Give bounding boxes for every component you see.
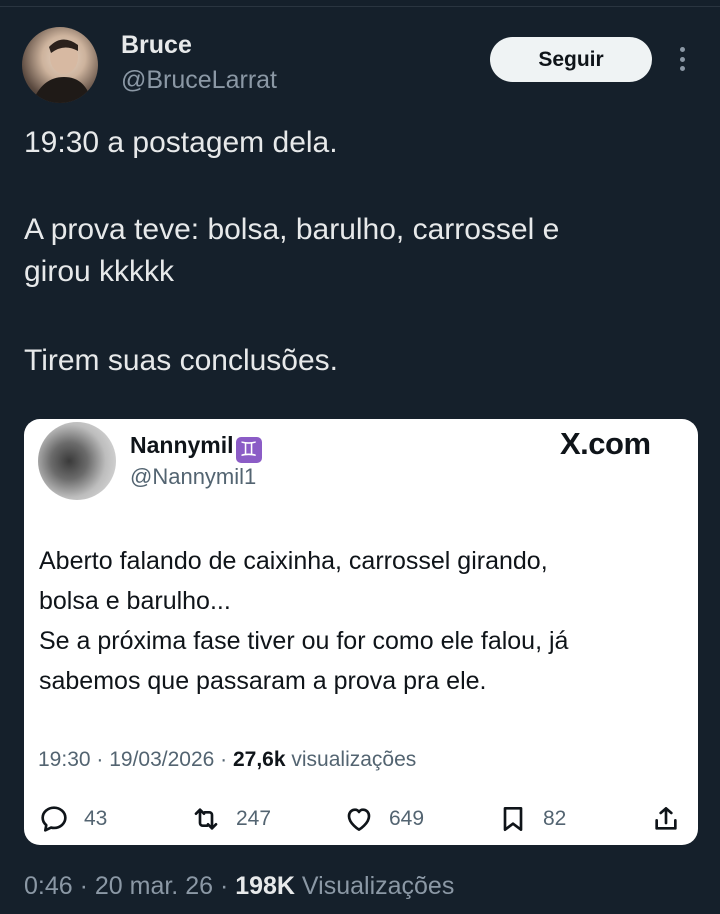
tweet-views-label: Visualizações <box>294 872 455 900</box>
like-count: 649 <box>389 807 425 830</box>
quoted-tweet-card[interactable]: Nannymil ♊ @Nannymil1 X.com Aberto faland… <box>24 419 698 845</box>
tweet-timestamp: 0:46 · 20 mar. 26 · <box>24 872 236 900</box>
share-icon <box>655 807 677 830</box>
bookmark-icon <box>503 807 523 831</box>
follow-button[interactable]: Seguir <box>490 37 652 82</box>
reply-icon <box>41 806 67 832</box>
tweet-text-line: Tirem suas conclusões. <box>24 344 339 377</box>
quoted-views-count: 27,6k <box>232 748 286 771</box>
share-button[interactable] <box>650 803 682 835</box>
tweet-text-line: girou kkkkk <box>24 255 175 288</box>
more-vertical-icon[interactable] <box>670 44 694 74</box>
quoted-avatar <box>38 422 116 500</box>
tweet-page: Bruce @BruceLarrat Seguir 19:30 a postag… <box>0 0 720 914</box>
quoted-text-line: sabemos que passaram a prova pra ele. <box>39 667 487 695</box>
bookmark-count: 82 <box>543 807 567 830</box>
tweet-meta: 0:46 · 20 mar. 26 · 198K Visualizações <box>24 872 454 901</box>
heart-icon <box>347 808 371 831</box>
gemini-emoji-icon: ♊ <box>235 436 262 463</box>
tweet-text-line: A prova teve: bolsa, barulho, carrossel … <box>24 213 560 246</box>
author-name[interactable]: Bruce <box>121 31 192 60</box>
quoted-text-line: bolsa e barulho... <box>39 587 231 615</box>
quoted-text-line: Se a próxima fase tiver ou for como ele … <box>39 627 569 655</box>
quoted-timestamp: 19:30 · 19/03/2026 · <box>38 748 233 771</box>
quoted-name-text: Nannymil <box>130 432 234 458</box>
repost-count: 247 <box>236 807 272 830</box>
like-button[interactable]: 649 <box>343 803 424 835</box>
quoted-views-label: visualizações <box>285 748 417 771</box>
tweet-views-count: 198K <box>235 872 295 900</box>
bookmark-button[interactable]: 82 <box>497 803 566 835</box>
quoted-text-line: Aberto falando de caixinha, carrossel gi… <box>39 547 548 575</box>
x-logo: X.com <box>560 426 651 461</box>
reply-count: 43 <box>84 807 108 830</box>
divider <box>0 6 720 7</box>
reply-button[interactable]: 43 <box>38 803 107 835</box>
quoted-action-bar: 43 247 649 82 <box>38 803 688 833</box>
repost-icon <box>194 808 218 830</box>
quoted-handle: @Nannymil1 <box>130 464 257 489</box>
author-handle[interactable]: @BruceLarrat <box>121 66 277 95</box>
tweet-text-line: 19:30 a postagem dela. <box>24 126 338 159</box>
quoted-meta: 19:30 · 19/03/2026 · 27,6k visualizações <box>38 748 416 772</box>
repost-button[interactable]: 247 <box>190 803 271 835</box>
quoted-author-name: Nannymil ♊ <box>130 432 262 463</box>
author-avatar[interactable] <box>22 27 98 103</box>
